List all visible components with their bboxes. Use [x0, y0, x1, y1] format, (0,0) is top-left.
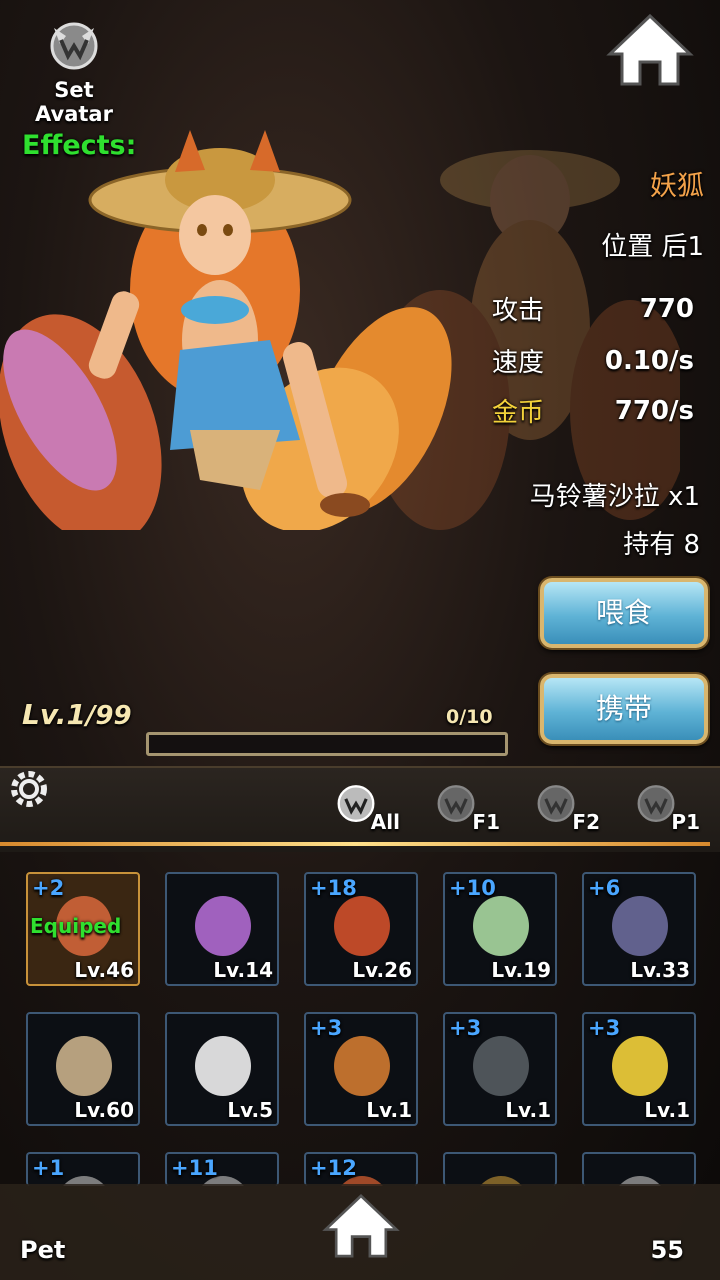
exp-text: 0/10: [446, 706, 493, 728]
pet-slot-plus: +10: [449, 876, 496, 900]
tab-p1-label: P1: [671, 810, 700, 834]
chick-pet-icon: [612, 1036, 668, 1096]
rabbit-pet-icon: [473, 896, 529, 956]
pet-slot-plus: +12: [310, 1156, 357, 1180]
pet-slot[interactable]: +3 Lv.1: [304, 1012, 418, 1126]
mushroom-cap-pet-icon: [334, 896, 390, 956]
level-current: Lv.1: [22, 698, 86, 731]
home-icon[interactable]: [606, 12, 694, 88]
pet-slot[interactable]: [582, 1152, 696, 1186]
owned-count: 持有 8: [623, 530, 700, 560]
pet-slot-plus: +3: [310, 1016, 343, 1040]
pet-position: 位置 后1: [601, 232, 704, 262]
pet-slot-equipped: Equiped: [30, 914, 122, 938]
tab-all-label: All: [370, 810, 400, 834]
tab-f1[interactable]: F1: [434, 780, 504, 836]
pet-slot[interactable]: +18 Lv.26: [304, 872, 418, 986]
pet-portrait: [0, 130, 452, 530]
mushroom-pet-icon: [195, 896, 251, 956]
home-icon[interactable]: [322, 1192, 400, 1260]
pet-slot[interactable]: Lv.14: [165, 872, 279, 986]
stat-speed-label: 速度: [492, 348, 545, 378]
settings-gear-icon[interactable]: [6, 766, 52, 812]
pet-slot-level: Lv.33: [630, 958, 690, 982]
pet-slot-level: Lv.46: [74, 958, 134, 982]
pet-slot-level: Lv.1: [366, 1098, 412, 1122]
pet-slot[interactable]: +1: [26, 1152, 140, 1186]
pet-level: Lv.1/99: [22, 698, 132, 731]
pet-slot-plus: +6: [588, 876, 621, 900]
pet-slot[interactable]: Lv.5: [165, 1012, 279, 1126]
tab-all[interactable]: All: [334, 780, 404, 836]
tab-p1[interactable]: P1: [634, 780, 704, 836]
tab-f2-label: F2: [572, 810, 600, 834]
pet-slot-level: Lv.1: [644, 1098, 690, 1122]
pet-slot[interactable]: +2 Equiped Lv.46: [26, 872, 140, 986]
pet-slot[interactable]: +3 Lv.1: [443, 1012, 557, 1126]
level-max: /99: [85, 701, 132, 731]
tab-f2[interactable]: F2: [534, 780, 604, 836]
pet-slot-plus: +3: [588, 1016, 621, 1040]
pet-slot-level: Lv.19: [491, 958, 551, 982]
pet-name: 妖狐: [650, 171, 704, 202]
leaf-mushroom-pet-icon: [334, 1036, 390, 1096]
food-requirement: 马铃薯沙拉 x1: [529, 482, 700, 512]
pet-slot[interactable]: +12: [304, 1152, 418, 1186]
feed-button[interactable]: 喂食: [540, 578, 708, 648]
stat-speed-value: 0.10/s: [604, 346, 694, 376]
pet-slot[interactable]: +11: [165, 1152, 279, 1186]
pet-slot-plus: +3: [449, 1016, 482, 1040]
pet-slot-plus: +2: [32, 876, 65, 900]
set-avatar-button[interactable]: Set Avatar: [14, 18, 134, 126]
pet-slot[interactable]: [443, 1152, 557, 1186]
pet-slot[interactable]: Lv.60: [26, 1012, 140, 1126]
pet-slot[interactable]: +10 Lv.19: [443, 872, 557, 986]
cat-emblem-icon: [50, 22, 98, 70]
tab-f1-label: F1: [472, 810, 500, 834]
mummy-pet-icon: [56, 1036, 112, 1096]
pet-slot-plus: +11: [171, 1156, 218, 1180]
tab-divider: [0, 842, 710, 846]
pet-tab-label: Pet: [20, 1236, 66, 1264]
pet-slot[interactable]: +3 Lv.1: [582, 1012, 696, 1126]
stat-attack-label: 攻击: [492, 296, 545, 326]
stat-attack-value: 770: [639, 294, 694, 324]
pet-slot[interactable]: +6 Lv.33: [582, 872, 696, 986]
pet-slot-level: Lv.5: [227, 1098, 273, 1122]
pet-slot-level: Lv.26: [352, 958, 412, 982]
pet-slot-level: Lv.1: [505, 1098, 551, 1122]
fly-pet-icon: [612, 896, 668, 956]
pet-slot-plus: +18: [310, 876, 357, 900]
pet-count: 55: [650, 1236, 684, 1264]
robot-egg-pet-icon: [473, 1036, 529, 1096]
pet-slot-level: Lv.60: [74, 1098, 134, 1122]
carry-button[interactable]: 携带: [540, 674, 708, 744]
stat-gold-value: 770/s: [614, 396, 694, 426]
ghost-pet-icon: [195, 1036, 251, 1096]
pet-slot-level: Lv.14: [213, 958, 273, 982]
stat-gold-label: 金币: [492, 398, 545, 428]
exp-bar: [146, 732, 508, 756]
pet-slot-plus: +1: [32, 1156, 65, 1180]
